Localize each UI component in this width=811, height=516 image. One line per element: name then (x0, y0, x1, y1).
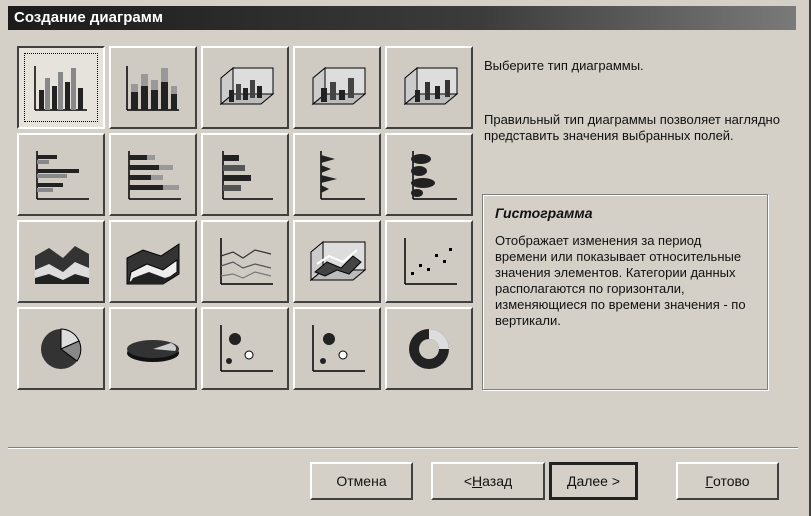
finish-label: отово (713, 473, 750, 489)
3d-area-chart-icon (126, 242, 180, 284)
doughnut-chart-icon (409, 328, 449, 369)
chart-type-stacked-column[interactable] (109, 46, 197, 129)
3d-stacked-bar-chart-icon (411, 150, 457, 200)
3d-percent-column-chart-icon (403, 66, 459, 105)
chart-type-3d-column[interactable] (201, 46, 289, 129)
chart-type-column[interactable] (17, 46, 105, 129)
chart-type-scatter[interactable] (385, 220, 473, 303)
back-prefix: < (463, 473, 473, 489)
title-bar: Создание диаграмм (8, 6, 796, 30)
next-label: алее > (576, 473, 621, 489)
cancel-button[interactable]: Отмена (310, 462, 413, 500)
prompt-text: Выберите тип диаграммы. (484, 58, 644, 73)
scatter-chart-icon (404, 237, 457, 285)
3d-stacked-column-chart-icon (311, 66, 367, 105)
hint-text: Правильный тип диаграммы позволяет нагля… (484, 112, 780, 143)
3d-line-chart-icon (309, 240, 367, 281)
description-text: Отображает изменения за период времени и… (495, 233, 746, 328)
chart-type-bubble[interactable] (201, 307, 289, 390)
column-chart-icon (34, 65, 87, 111)
chart-type-3d-area[interactable] (109, 220, 197, 303)
percent-bar-chart-icon (222, 150, 273, 200)
chart-type-doughnut[interactable] (385, 307, 473, 390)
chart-type-3d-bar[interactable] (293, 133, 381, 216)
chart-type-3d-stacked-bar[interactable] (385, 133, 473, 216)
stacked-bar-chart-icon (128, 150, 181, 200)
bubble-chart-icon (220, 324, 273, 372)
bubble-chart-alt-icon (312, 324, 365, 372)
chart-type-bubble-alt[interactable] (293, 307, 381, 390)
chart-type-3d-line[interactable] (293, 220, 381, 303)
next-button[interactable]: Далее > (549, 462, 638, 500)
chart-type-stacked-bar[interactable] (109, 133, 197, 216)
back-button[interactable]: < Назад (431, 462, 545, 500)
finish-hotkey: Г (705, 473, 713, 489)
chart-type-percent-bar[interactable] (201, 133, 289, 216)
bar-chart-icon (36, 150, 89, 200)
chart-type-pie[interactable] (17, 307, 105, 390)
chart-type-bar[interactable] (17, 133, 105, 216)
area-chart-icon (35, 245, 89, 284)
cancel-label: Отмена (336, 473, 387, 489)
chart-type-grid (17, 46, 473, 390)
chart-type-3d-percent-column[interactable] (385, 46, 473, 129)
back-hotkey: Н (472, 473, 483, 489)
line-chart-icon (220, 237, 273, 285)
3d-column-chart-icon (219, 66, 275, 105)
3d-bar-chart-icon (320, 150, 365, 200)
back-label: азад (482, 473, 513, 489)
pie-chart-icon (41, 327, 82, 369)
3d-pie-chart-icon (127, 339, 179, 362)
stacked-column-chart-icon (126, 65, 179, 111)
separator (8, 447, 798, 449)
finish-button[interactable]: Готово (676, 462, 779, 500)
description-title: Гистограмма (495, 205, 593, 221)
chart-wizard-dialog: Создание диаграмм Выберите тип диаграммы… (0, 0, 811, 516)
chart-type-3d-pie[interactable] (109, 307, 197, 390)
chart-type-line[interactable] (201, 220, 289, 303)
chart-type-3d-stacked-column[interactable] (293, 46, 381, 129)
chart-type-area[interactable] (17, 220, 105, 303)
next-hotkey: Д (566, 473, 577, 489)
description-panel: Гистограмма Отображает изменения за пери… (482, 194, 768, 390)
